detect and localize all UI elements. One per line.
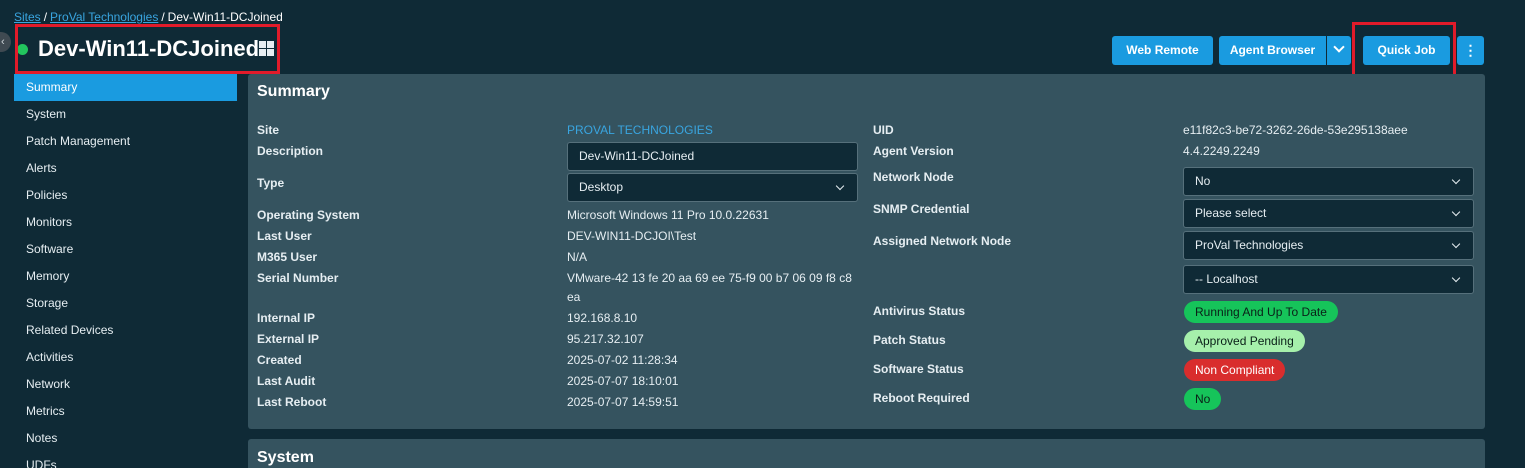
sidebar-item-metrics[interactable]: Metrics xyxy=(14,398,237,425)
chevron-down-icon xyxy=(835,181,845,191)
serial-number-label: Serial Number xyxy=(257,271,339,285)
sidebar-item-related-devices[interactable]: Related Devices xyxy=(14,317,237,344)
chevron-down-icon xyxy=(1451,273,1461,283)
software-status-label: Software Status xyxy=(873,362,964,376)
m365-user-label: M365 User xyxy=(257,250,318,264)
site-link[interactable]: PROVAL TECHNOLOGIES xyxy=(567,121,713,139)
chevron-down-icon xyxy=(1333,41,1345,53)
breadcrumb: Sites / ProVal Technologies / Dev-Win11-DCJo… xyxy=(14,10,283,24)
last-reboot-value: 2025-07-07 14:59:51 xyxy=(567,395,679,409)
agent-browser-button[interactable]: Agent Browser xyxy=(1219,36,1326,65)
sidebar-item-software[interactable]: Software xyxy=(14,236,237,263)
os-value: Microsoft Windows 11 Pro 10.0.22631 xyxy=(567,208,769,222)
assigned-network-node-value: ProVal Technologies xyxy=(1195,238,1304,252)
type-select[interactable]: Desktop xyxy=(567,173,858,202)
created-label: Created xyxy=(257,353,302,367)
type-label: Type xyxy=(257,176,285,190)
external-ip-value: 95.217.32.107 xyxy=(567,332,644,346)
software-status-badge: Non Compliant xyxy=(1184,359,1286,381)
last-reboot-label: Last Reboot xyxy=(257,395,327,409)
sidebar-item-udfs[interactable]: UDFs xyxy=(14,452,237,468)
serial-number-value-line1: VMware-42 13 fe 20 aa 69 ee 75-f9 00 b7 … xyxy=(567,271,852,285)
assigned-network-node-select[interactable]: ProVal Technologies xyxy=(1183,231,1474,260)
summary-title: Summary xyxy=(257,83,330,100)
site-label: Site xyxy=(257,123,280,137)
breadcrumb-separator: / xyxy=(43,10,48,24)
sidebar-item-notes[interactable]: Notes xyxy=(14,425,237,452)
description-label: Description xyxy=(257,144,324,158)
sidebar-item-summary[interactable]: Summary xyxy=(14,74,237,101)
sidebar-item-patch-management[interactable]: Patch Management xyxy=(14,128,237,155)
assigned-network-node-sub-value: -- Localhost xyxy=(1195,272,1258,286)
sidebar-item-monitors[interactable]: Monitors xyxy=(14,209,237,236)
assigned-network-node-label: Assigned Network Node xyxy=(873,234,1012,248)
uid-value: e11f82c3-be72-3262-26de-53e295138aee xyxy=(1183,123,1408,137)
type-select-value: Desktop xyxy=(579,180,624,194)
breadcrumb-sites-link[interactable]: Sites xyxy=(14,10,41,24)
more-options-button[interactable]: ⋮ xyxy=(1457,36,1484,65)
description-input[interactable]: Dev-Win11-DCJoined xyxy=(567,142,858,171)
last-user-label: Last User xyxy=(257,229,312,243)
chevron-down-icon xyxy=(1451,207,1461,217)
chevron-down-icon xyxy=(1451,175,1461,185)
m365-user-value: N/A xyxy=(567,250,588,264)
web-remote-button[interactable]: Web Remote xyxy=(1112,36,1213,65)
sidebar-item-storage[interactable]: Storage xyxy=(14,290,237,317)
sidebar-item-system[interactable]: System xyxy=(14,101,237,128)
snmp-credential-label: SNMP Credential xyxy=(873,202,970,216)
network-node-select[interactable]: No xyxy=(1183,167,1474,196)
chevron-down-icon xyxy=(1451,239,1461,249)
reboot-required-label: Reboot Required xyxy=(873,391,970,405)
breadcrumb-current: Dev-Win11-DCJoined xyxy=(167,10,283,24)
antivirus-status-label: Antivirus Status xyxy=(873,304,966,318)
sidebar: Summary System Patch Management Alerts P… xyxy=(14,74,237,468)
sidebar-item-alerts[interactable]: Alerts xyxy=(14,155,237,182)
internal-ip-value: 192.168.8.10 xyxy=(567,311,638,325)
last-audit-value: 2025-07-07 18:10:01 xyxy=(567,374,679,388)
os-label: Operating System xyxy=(257,208,360,222)
patch-status-label: Patch Status xyxy=(873,333,946,347)
agent-browser-dropdown-button[interactable] xyxy=(1327,36,1351,65)
agent-version-value: 4.4.2249.2249 xyxy=(1183,144,1260,158)
sidebar-item-activities[interactable]: Activities xyxy=(14,344,237,371)
serial-number-value-line2: ea xyxy=(567,290,581,304)
sidebar-item-network[interactable]: Network xyxy=(14,371,237,398)
sidebar-item-policies[interactable]: Policies xyxy=(14,182,237,209)
last-audit-label: Last Audit xyxy=(257,374,316,388)
system-panel: System xyxy=(248,439,1485,468)
network-node-label: Network Node xyxy=(873,170,954,184)
title-highlight-box xyxy=(15,24,280,74)
breadcrumb-separator: / xyxy=(161,10,165,24)
patch-status-badge: Approved Pending xyxy=(1184,330,1305,352)
sidebar-item-memory[interactable]: Memory xyxy=(14,263,237,290)
assigned-network-node-sub-select[interactable]: -- Localhost xyxy=(1183,265,1474,294)
summary-panel: Summary Site PROVAL TECHNOLOGIES Descrip… xyxy=(248,74,1485,429)
antivirus-status-badge: Running And Up To Date xyxy=(1184,301,1338,323)
system-title: System xyxy=(257,449,314,466)
created-value: 2025-07-02 11:28:34 xyxy=(567,353,678,367)
snmp-credential-placeholder: Please select xyxy=(1195,206,1267,220)
kebab-menu-icon: ⋮ xyxy=(1463,42,1478,58)
uid-label: UID xyxy=(873,123,894,137)
chevron-left-icon: ‹ xyxy=(1,36,5,48)
breadcrumb-company-link[interactable]: ProVal Technologies xyxy=(50,10,158,24)
last-user-value: DEV-WIN11-DCJOI\Test xyxy=(567,229,697,243)
internal-ip-label: Internal IP xyxy=(257,311,316,325)
external-ip-label: External IP xyxy=(257,332,320,346)
network-node-select-value: No xyxy=(1195,174,1211,188)
agent-version-label: Agent Version xyxy=(873,144,954,158)
snmp-credential-select[interactable]: Please select xyxy=(1183,199,1474,228)
sidebar-collapse-button[interactable]: ‹ xyxy=(0,32,11,52)
reboot-required-badge: No xyxy=(1184,388,1222,410)
